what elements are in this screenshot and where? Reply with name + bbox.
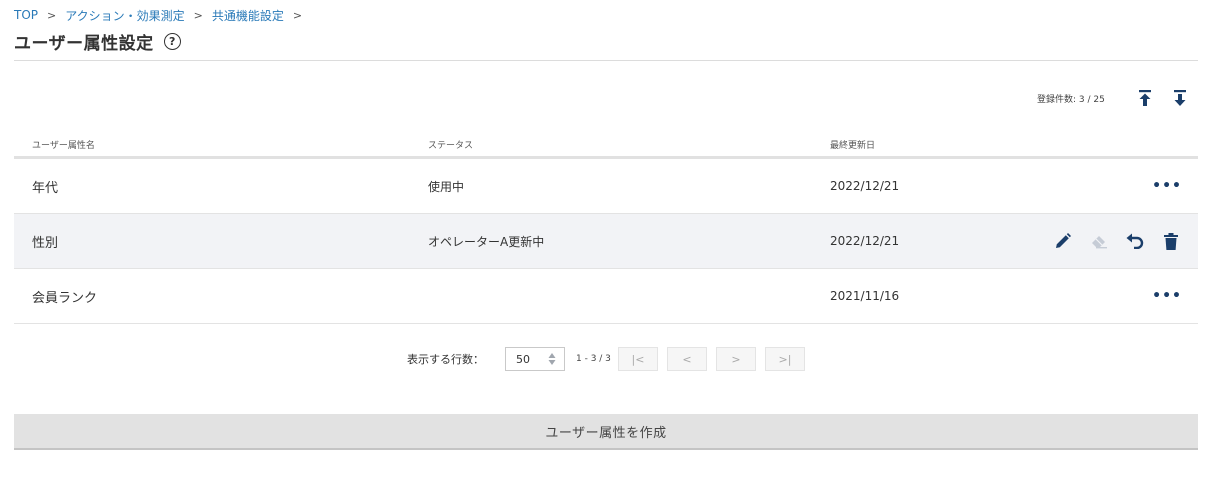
pagination: 表示する行数： 50 1 - 3 / 3 |< < > >| xyxy=(0,347,1216,371)
more-options-icon[interactable]: ••• xyxy=(1152,159,1182,213)
create-user-attribute-button[interactable]: ユーザー属性を作成 xyxy=(14,414,1198,450)
breadcrumb-separator: > xyxy=(193,8,203,22)
trash-icon[interactable] xyxy=(1161,231,1181,251)
more-options-icon[interactable]: ••• xyxy=(1152,269,1182,323)
breadcrumb-separator: > xyxy=(47,8,57,22)
eraser-icon[interactable] xyxy=(1089,231,1109,251)
rows-per-page-value: 50 xyxy=(516,352,530,366)
table-row[interactable]: 年代 使用中 2022/12/21 ••• xyxy=(14,159,1198,214)
prev-page-button[interactable]: < xyxy=(667,347,707,371)
registered-count: 登録件数: 3 / 25 xyxy=(1037,94,1105,105)
next-page-button[interactable]: > xyxy=(716,347,756,371)
download-button[interactable] xyxy=(1171,88,1189,108)
page-title: ユーザー属性設定 xyxy=(14,33,154,54)
table-row[interactable]: 会員ランク 2021/11/16 ••• xyxy=(14,269,1198,324)
title-row: ユーザー属性設定 ? xyxy=(14,30,181,54)
breadcrumb-top-link[interactable]: TOP xyxy=(14,8,38,22)
column-header-updated[interactable]: 最終更新日 xyxy=(830,138,875,151)
attribute-updated-date: 2022/12/21 xyxy=(830,179,900,193)
table-row[interactable]: 性別 オペレーターA更新中 2022/12/21 xyxy=(14,214,1198,269)
rows-per-page-label: 表示する行数： xyxy=(407,353,484,366)
rows-per-page-select[interactable]: 50 xyxy=(505,347,565,371)
upload-button[interactable] xyxy=(1136,88,1154,108)
spinner-arrows-icon xyxy=(548,353,556,365)
first-page-button[interactable]: |< xyxy=(618,347,658,371)
attribute-name: 会員ランク xyxy=(32,290,98,306)
undo-icon[interactable] xyxy=(1125,231,1145,251)
upload-arrow-icon xyxy=(1139,90,1151,106)
help-icon[interactable]: ? xyxy=(163,32,181,50)
attribute-name: 性別 xyxy=(32,235,59,251)
column-header-status[interactable]: ステータス xyxy=(428,138,473,151)
column-header-name[interactable]: ユーザー属性名 xyxy=(32,138,95,151)
attribute-updated-date: 2021/11/16 xyxy=(830,289,900,303)
attribute-name: 年代 xyxy=(32,180,59,196)
attribute-updated-date: 2022/12/21 xyxy=(830,234,900,248)
download-arrow-icon xyxy=(1174,90,1186,106)
attribute-status: 使用中 xyxy=(428,179,465,194)
title-divider xyxy=(14,60,1198,61)
breadcrumb-separator: > xyxy=(292,8,303,22)
edit-pencil-icon[interactable] xyxy=(1053,231,1073,251)
breadcrumb-common-settings-link[interactable]: 共通機能設定 xyxy=(212,7,284,24)
page-range: 1 - 3 / 3 xyxy=(576,354,611,364)
row-actions xyxy=(1037,231,1181,251)
last-page-button[interactable]: >| xyxy=(765,347,805,371)
breadcrumb: TOP > アクション・効果測定 > 共通機能設定 > xyxy=(14,7,311,24)
breadcrumb-action-link[interactable]: アクション・効果測定 xyxy=(65,7,184,24)
attribute-status: オペレーターA更新中 xyxy=(428,234,545,249)
